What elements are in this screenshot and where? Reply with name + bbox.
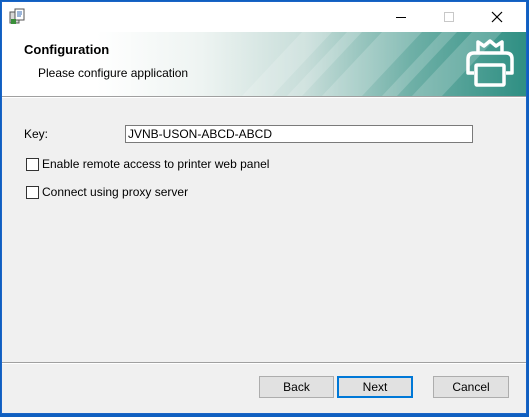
next-button[interactable]: Next [337, 376, 413, 398]
back-button[interactable]: Back [259, 376, 334, 398]
page-subtitle: Please configure application [38, 66, 189, 80]
close-button[interactable] [474, 2, 520, 32]
proxy-checkbox[interactable] [26, 185, 39, 199]
page-title: Configuration [24, 42, 110, 57]
header-separator [2, 96, 526, 98]
remote-access-label[interactable]: Enable remote access to printer web pane… [42, 157, 269, 171]
maximize-button [426, 2, 472, 32]
remote-access-checkbox[interactable] [26, 157, 39, 171]
proxy-label[interactable]: Connect using proxy server [42, 185, 188, 199]
key-input[interactable] [125, 125, 473, 143]
maximize-icon [444, 12, 454, 22]
installer-app-icon [9, 8, 25, 24]
proxy-option[interactable]: Connect using proxy server [26, 185, 188, 199]
minimize-button[interactable] [378, 2, 424, 32]
title-bar[interactable] [2, 2, 526, 32]
header-banner: Configuration Please configure applicati… [2, 32, 526, 96]
remote-access-option[interactable]: Enable remote access to printer web pane… [26, 157, 269, 171]
printer-icon [466, 39, 514, 87]
close-icon [491, 11, 503, 23]
minimize-icon [396, 17, 406, 18]
key-label: Key: [24, 127, 49, 141]
cancel-button[interactable]: Cancel [433, 376, 509, 398]
footer-separator [2, 362, 526, 364]
installer-window: Configuration Please configure applicati… [1, 1, 527, 414]
